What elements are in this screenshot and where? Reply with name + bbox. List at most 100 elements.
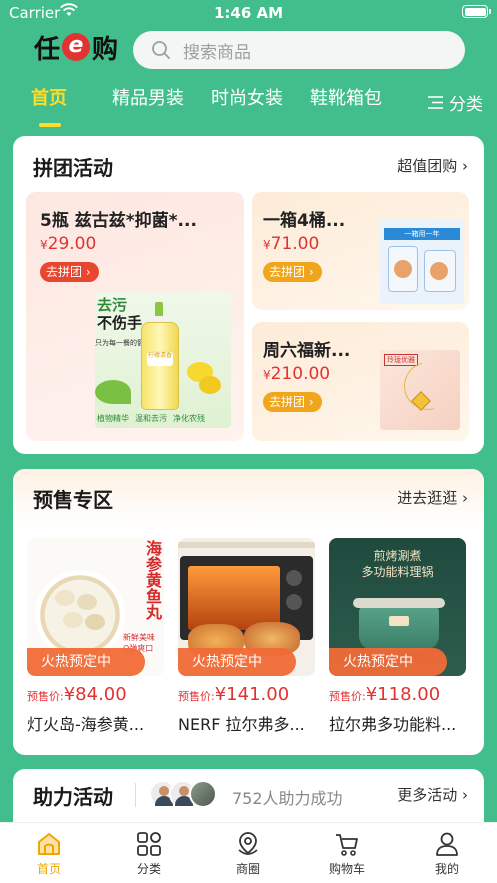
group-buy-title: 拼团活动 [33, 156, 113, 180]
product-name: 周六福新... [263, 341, 351, 361]
presale-more-link[interactable]: 进去逛逛 › [397, 487, 468, 508]
product-price: ¥210.00 [263, 364, 330, 384]
category-button-label: 分类 [449, 95, 483, 115]
tabbar-item-cart[interactable]: 购物车 [312, 831, 382, 877]
presale-price: 预售价:¥84.00 [27, 684, 164, 705]
clock: 1:46 AM [213, 4, 284, 22]
price-value: 84.00 [75, 684, 127, 705]
price-value: 118.00 [377, 684, 441, 705]
tab-womenswear[interactable]: 时尚女装 [211, 84, 283, 110]
product-name: 一箱4桶... [263, 211, 346, 231]
product-name: 灯火岛-海参黄... [27, 715, 145, 734]
bottom-tab-bar: 首页 分类 商圈 购物车 我的 [0, 822, 497, 883]
price-value: 141.00 [226, 684, 290, 705]
assist-count: 752人助力成功 [232, 789, 343, 808]
currency-symbol: ¥ [214, 684, 227, 705]
tabbar-item-category[interactable]: 分类 [114, 831, 184, 877]
logo-right-char: 购 [92, 34, 119, 65]
image-text: 不伤手 [97, 314, 143, 332]
presale-more-label: 进去逛逛 [397, 489, 458, 507]
group-buy-more-link[interactable]: 超值团购 › [397, 155, 468, 176]
currency-symbol: ¥ [63, 684, 76, 705]
image-text: 净化农残 [173, 414, 205, 423]
product-image: 煎烤涮煮 多功能料理锅 火热预定中 [329, 538, 466, 676]
tabbar-label: 我的 [434, 862, 459, 876]
search-bar[interactable]: 搜索商品 [133, 31, 465, 69]
image-text: 温和去污 [135, 414, 167, 423]
tabbar-item-home[interactable]: 首页 [14, 831, 84, 877]
logo-left-char: 任 [34, 34, 61, 65]
product-image: 一箱用一年 [380, 220, 464, 304]
active-tab-indicator [39, 123, 61, 127]
chevron-right-icon: › [457, 786, 468, 804]
image-text: 植物精华 [97, 414, 129, 423]
tabbar-item-business[interactable]: 商圈 [213, 831, 283, 877]
join-group-button[interactable]: 去拼团 › [40, 262, 99, 282]
tab-shoes-bags[interactable]: 鞋靴箱包 [310, 84, 382, 110]
currency-symbol: ¥ [365, 684, 378, 705]
category-tabs: 首页 精品男装 时尚女装 鞋靴箱包 [0, 84, 497, 128]
app-logo: 任 e 购 [34, 30, 119, 65]
presale-tag: 火热预定中 [27, 648, 145, 676]
price-value: 210.00 [270, 364, 331, 384]
tab-menswear[interactable]: 精品男装 [112, 84, 184, 110]
image-text: 煎烤涮煮 [373, 549, 422, 563]
product-name: NERF 拉尔弗多... [178, 715, 305, 734]
currency-symbol: ¥ [263, 368, 271, 382]
divider [135, 783, 136, 807]
join-group-button[interactable]: 去拼团 › [263, 392, 322, 412]
image-text: 去污 [97, 296, 128, 314]
avatar-group [149, 780, 229, 810]
group-buy-item-2[interactable]: 一箱4桶... ¥71.00 去拼团 › 一箱用一年 [252, 192, 469, 310]
presale-title: 预售专区 [33, 488, 113, 512]
assist-title: 助力活动 [33, 785, 113, 809]
join-group-label: 去拼团 [269, 265, 306, 279]
image-text: 海参黄鱼丸 [143, 540, 162, 620]
tabbar-label: 分类 [136, 862, 161, 876]
price-value: 29.00 [47, 234, 97, 254]
presale-tag: 火热预定中 [329, 648, 447, 676]
assist-more-label: 更多活动 [397, 786, 458, 804]
home-icon [38, 833, 60, 855]
presale-item-1[interactable]: 海参黄鱼丸 新鲜美味 Q弹爽口 火热预定中 预售价:¥84.00 灯火岛-海参黄… [27, 538, 164, 735]
status-bar: Carrier 1:46 AM [0, 0, 497, 26]
presale-price: 预售价:¥118.00 [329, 684, 466, 705]
presale-price: 预售价:¥141.00 [178, 684, 315, 705]
logo-e-mark: e [62, 33, 91, 61]
presale-item-3[interactable]: 煎烤涮煮 多功能料理锅 火热预定中 预售价:¥118.00 拉尔弗多功能料... [329, 538, 466, 735]
user-icon [436, 832, 458, 856]
tabbar-item-profile[interactable]: 我的 [412, 831, 482, 877]
category-button[interactable]: 分类 [427, 90, 483, 115]
cart-icon [336, 834, 358, 856]
image-text: 多功能料理锅 [361, 565, 434, 579]
join-group-button[interactable]: 去拼团 › [263, 262, 322, 282]
image-text: 新鲜美味 [123, 633, 155, 642]
product-price: ¥29.00 [40, 234, 96, 254]
chevron-right-icon: › [457, 157, 468, 175]
product-image: 玲珑优雅 [380, 350, 460, 430]
image-text: 一箱用一年 [384, 228, 460, 240]
group-buy-card: 拼团活动 超值团购 › 5瓶 兹古兹*抑菌*... ¥29.00 去拼团 › 去… [13, 136, 484, 454]
product-name: 5瓶 兹古兹*抑菌*... [40, 211, 197, 231]
search-icon [152, 41, 170, 59]
group-buy-item-1[interactable]: 5瓶 兹古兹*抑菌*... ¥29.00 去拼团 › 去污 不伤手 只为每一餐的… [26, 192, 244, 441]
chevron-right-icon: › [457, 489, 468, 507]
product-image: 去污 不伤手 只为每一餐的健康 柠檬清香 植物精华 温和去污 净化农残 [95, 292, 231, 428]
tabbar-label: 购物车 [328, 862, 365, 876]
tabbar-label: 首页 [36, 862, 61, 876]
tabbar-label: 商圈 [235, 862, 260, 876]
price-prefix: 预售价: [27, 690, 64, 703]
group-buy-item-3[interactable]: 周六福新... ¥210.00 去拼团 › 玲珑优雅 [252, 322, 469, 441]
presale-item-2[interactable]: 火热预定中 预售价:¥141.00 NERF 拉尔弗多... [178, 538, 315, 735]
assist-more-link[interactable]: 更多活动 › [397, 784, 468, 805]
grid-icon [137, 832, 161, 856]
image-text: 柠檬清香 [147, 352, 173, 366]
search-placeholder: 搜索商品 [183, 42, 251, 63]
location-pin-icon [238, 832, 258, 855]
product-name: 拉尔弗多功能料... [329, 715, 457, 734]
tab-home[interactable]: 首页 [31, 84, 67, 110]
image-text: 玲珑优雅 [384, 354, 418, 366]
product-image: 海参黄鱼丸 新鲜美味 Q弹爽口 火热预定中 [27, 538, 164, 676]
join-group-label: 去拼团 [269, 395, 306, 409]
product-price: ¥71.00 [263, 234, 319, 254]
